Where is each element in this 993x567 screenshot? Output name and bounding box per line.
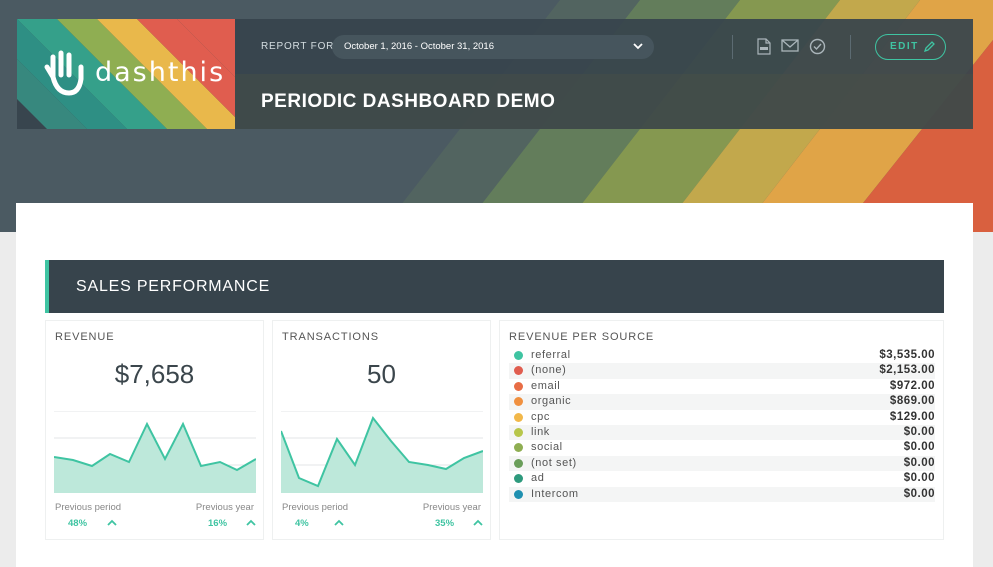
source-color-dot — [514, 366, 523, 376]
revenue-per-source-card[interactable]: REVENUE PER SOURCE referral $3,535.00 (non… — [499, 320, 944, 540]
dashboard-title: PERIODIC DASHBOARD DEMO — [261, 91, 556, 112]
source-value: $869.00 — [889, 395, 935, 408]
previous-year-value: 35% — [435, 518, 455, 529]
source-color-dot — [514, 443, 523, 453]
transactions-card[interactable]: TRANSACTIONS 50 Previous period Previous… — [272, 320, 491, 540]
previous-year-value: 16% — [208, 518, 228, 529]
date-range-value: October 1, 2016 - October 31, 2016 — [344, 41, 494, 52]
source-row: Intercom $0.00 — [509, 486, 935, 502]
transactions-sparkline — [281, 411, 483, 493]
edit-label: EDIT — [890, 41, 919, 52]
previous-period-value: 48% — [68, 518, 88, 529]
revenue-value: $7,658 — [114, 359, 195, 389]
source-value: $0.00 — [903, 487, 935, 500]
source-color-dot — [514, 489, 523, 499]
previous-period-value: 4% — [295, 518, 309, 529]
header-toolbar: REPORT FOR October 1, 2016 - October 31,… — [235, 19, 973, 74]
mail-icon[interactable] — [781, 38, 799, 53]
edit-button[interactable]: EDIT — [875, 34, 946, 60]
arrow-up-icon — [107, 519, 117, 526]
chevron-down-icon — [633, 43, 643, 50]
source-value: $972.00 — [889, 379, 935, 392]
source-name: Intercom — [531, 487, 579, 500]
previous-year-label: Previous year — [422, 502, 481, 513]
source-row: ad $0.00 — [509, 471, 935, 486]
previous-year-label: Previous year — [195, 502, 254, 513]
source-name: (not set) — [531, 456, 577, 469]
source-name: ad — [531, 472, 545, 485]
source-value: $0.00 — [903, 456, 935, 469]
source-row: cpc $129.00 — [509, 410, 935, 425]
source-name: cpc — [531, 410, 550, 423]
dashboard-header: dashthis REPORT FOR October 1, 2016 - Oc… — [17, 19, 973, 129]
logo[interactable]: dashthis — [17, 19, 235, 129]
source-name: referral — [531, 349, 571, 361]
source-value: $3,535.00 — [879, 349, 935, 361]
source-value: $0.00 — [903, 472, 935, 485]
divider — [732, 35, 733, 59]
pdf-icon[interactable] — [757, 38, 771, 55]
pencil-icon — [924, 41, 935, 52]
date-range-select[interactable]: October 1, 2016 - October 31, 2016 — [332, 35, 654, 59]
source-row: social $0.00 — [509, 440, 935, 455]
source-name: link — [531, 426, 550, 438]
revenue-card[interactable]: REVENUE $7,658 Previous period Previous … — [45, 320, 264, 540]
arrow-up-icon — [334, 519, 344, 526]
source-color-dot — [514, 381, 523, 391]
source-name: organic — [531, 395, 572, 408]
source-row: link $0.00 — [509, 425, 935, 441]
card-title: TRANSACTIONS — [282, 331, 379, 343]
transactions-value: 50 — [367, 359, 396, 389]
arrow-up-icon — [246, 519, 256, 526]
source-value: $0.00 — [903, 441, 935, 454]
source-color-dot — [514, 458, 523, 468]
source-color-dot — [514, 412, 523, 422]
source-row: organic $869.00 — [509, 394, 935, 410]
previous-period-label: Previous period — [282, 502, 349, 513]
source-row: (not set) $0.00 — [509, 455, 935, 472]
arrow-up-icon — [473, 519, 483, 526]
section-title: SALES PERFORMANCE — [76, 278, 271, 295]
source-color-dot — [514, 351, 523, 360]
source-name: (none) — [531, 364, 567, 377]
hand-logo-icon — [44, 50, 84, 96]
source-value: $0.00 — [903, 426, 935, 438]
source-row: (none) $2,153.00 — [509, 363, 935, 379]
section-header: SALES PERFORMANCE — [45, 260, 944, 313]
revenue-sparkline — [54, 411, 256, 493]
source-row: email $972.00 — [509, 379, 935, 394]
source-name: social — [531, 441, 563, 454]
card-title: REVENUE — [55, 331, 115, 343]
card-title: REVENUE PER SOURCE — [509, 331, 655, 343]
source-color-dot — [514, 397, 523, 407]
source-color-dot — [514, 428, 523, 437]
source-row: referral $3,535.00 — [509, 348, 935, 363]
header-title-bar: PERIODIC DASHBOARD DEMO — [235, 74, 973, 129]
dashboard-panel: SALES PERFORMANCE REVENUE $7,658 Previou… — [16, 203, 973, 567]
source-value: $129.00 — [889, 410, 935, 423]
source-value: $2,153.00 — [879, 364, 935, 377]
source-name: email — [531, 379, 561, 392]
check-circle-icon[interactable] — [809, 38, 826, 55]
brand-name: dashthis — [95, 57, 226, 88]
divider — [850, 35, 851, 59]
report-for-label: REPORT FOR — [261, 41, 335, 52]
previous-period-label: Previous period — [55, 502, 122, 513]
source-color-dot — [514, 474, 523, 484]
